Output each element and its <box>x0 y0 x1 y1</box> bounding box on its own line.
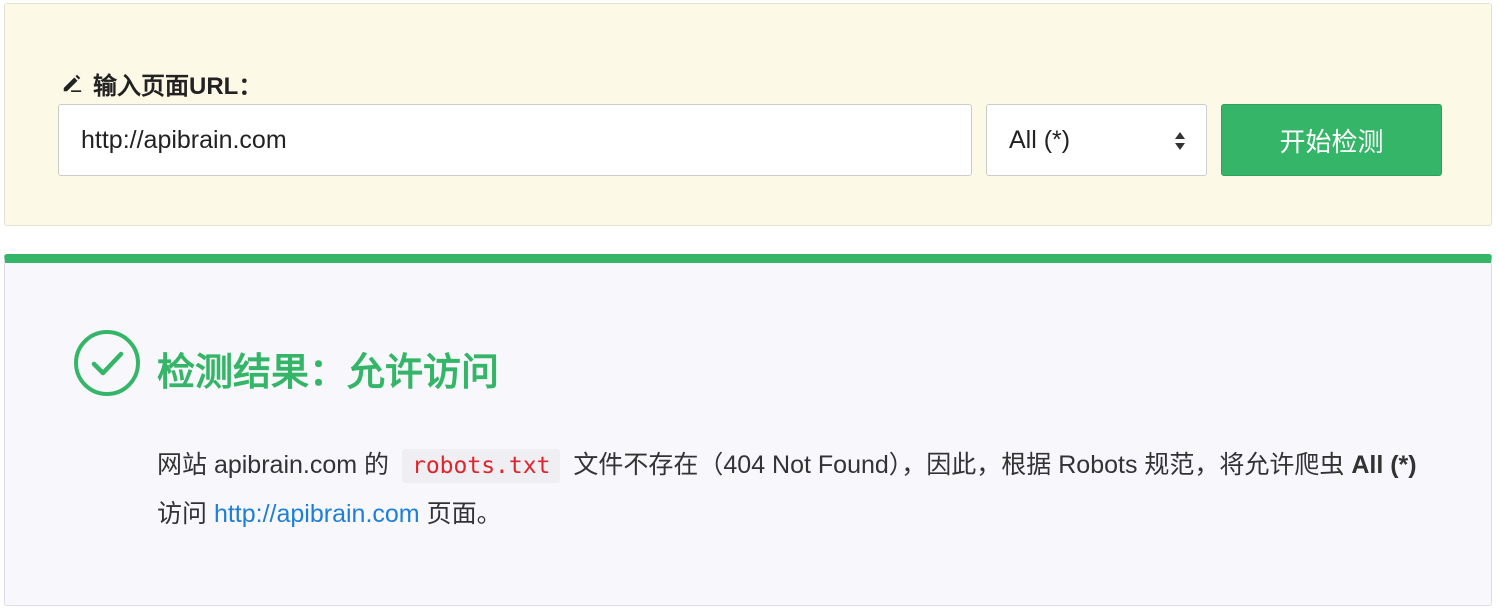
checked-url-link[interactable]: http://apibrain.com <box>214 500 420 528</box>
sort-arrows-icon <box>1175 132 1185 150</box>
url-form-panel: 输入页面URL： All (*) 开始检测 <box>4 3 1492 226</box>
result-title: 检测结果：允许访问 <box>157 352 500 394</box>
desc-after-agent: 访问 <box>157 500 214 528</box>
desc-prefix: 网站 apibrain.com 的 <box>157 451 396 479</box>
url-input[interactable] <box>58 104 972 176</box>
pencil-icon <box>63 74 82 92</box>
start-check-button[interactable]: 开始检测 <box>1221 104 1442 176</box>
result-panel: 检测结果：允许访问 网站 apibrain.com 的 robots.txt 文… <box>4 254 1492 606</box>
desc-suffix: 页面。 <box>419 500 502 528</box>
url-label: 输入页面URL： <box>61 68 263 100</box>
check-circle-icon <box>74 330 140 396</box>
result-description: 网站 apibrain.com 的 robots.txt 文件不存在（404 N… <box>157 441 1427 538</box>
url-label-text: 输入页面URL： <box>93 72 263 100</box>
user-agent-select[interactable]: All (*) <box>986 104 1207 176</box>
desc-agent: All (*) <box>1351 451 1417 479</box>
robots-txt-code: robots.txt <box>401 449 561 483</box>
user-agent-select-value: All (*) <box>1009 125 1071 154</box>
desc-middle: 文件不存在（404 Not Found），因此，根据 Robots 规范，将允许… <box>566 451 1352 479</box>
